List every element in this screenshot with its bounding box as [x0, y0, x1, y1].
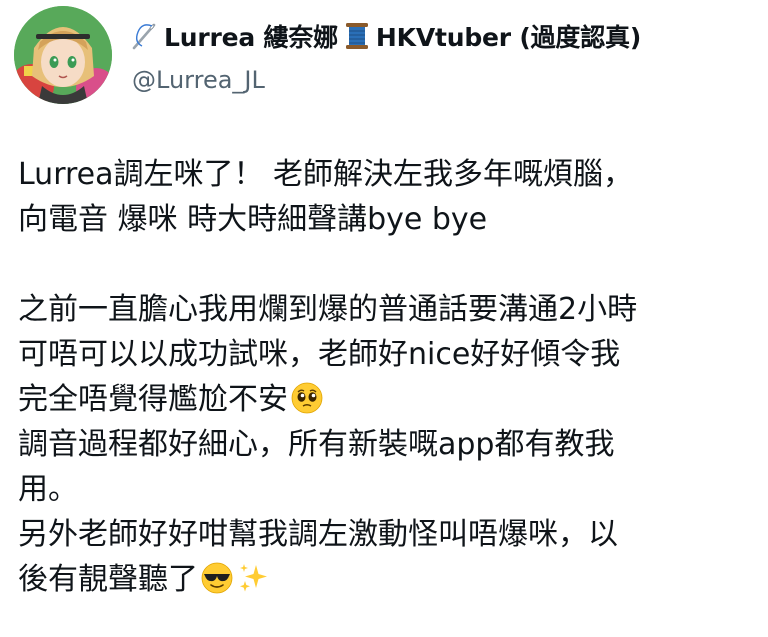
tweet-line: 向電音 爆咪 時大時細聲講bye bye — [18, 202, 488, 237]
pleading-face-icon — [290, 381, 324, 415]
tweet-line-text: 完全唔覺得尷尬不安 — [18, 382, 288, 417]
avatar-image — [14, 6, 112, 104]
tweet-line: 用。 — [18, 472, 78, 507]
author-name-primary: Lurrea 縷奈娜 — [164, 23, 338, 52]
sunglasses-face-icon — [200, 561, 234, 595]
tweet-line: 另外老師好好咁幫我調左激動怪叫唔爆咪，以 — [18, 517, 618, 552]
thread-spool-icon — [344, 21, 370, 51]
tweet-line: 之前一直膽心我用爛到爆的普通話要溝通2小時 — [18, 292, 638, 327]
tweet-line: 可唔可以以成功試咪，老師好nice好好傾令我 — [18, 337, 621, 372]
author-name-suffix: HKVtuber (過度認真) — [375, 23, 642, 52]
tweet-line-with-emoji: 後有靚聲聽了 — [18, 557, 758, 602]
tweet-line: 調音過程都好細心，所有新裝嘅app都有教我 — [18, 427, 615, 462]
tweet-line: Lurrea調左咪了！ 老師解決左我多年嘅煩腦， — [18, 157, 634, 192]
author-name[interactable]: Lurrea 縷奈娜 HKVtuber (過度認真) — [128, 18, 641, 54]
tweet-text: Lurrea調左咪了！ 老師解決左我多年嘅煩腦， 向電音 爆咪 時大時細聲講by… — [18, 152, 758, 602]
tweet-header: Lurrea 縷奈娜 HKVtuber (過度認真) @Lurrea_JL — [14, 6, 758, 106]
sparkles-icon — [236, 561, 270, 595]
avatar[interactable] — [14, 6, 112, 104]
sewing-needle-icon — [128, 20, 160, 52]
tweet-line-text: 後有靚聲聽了 — [18, 562, 198, 597]
tweet-line-with-emoji: 完全唔覺得尷尬不安 — [18, 377, 758, 422]
author-handle[interactable]: @Lurrea_JL — [132, 66, 265, 94]
